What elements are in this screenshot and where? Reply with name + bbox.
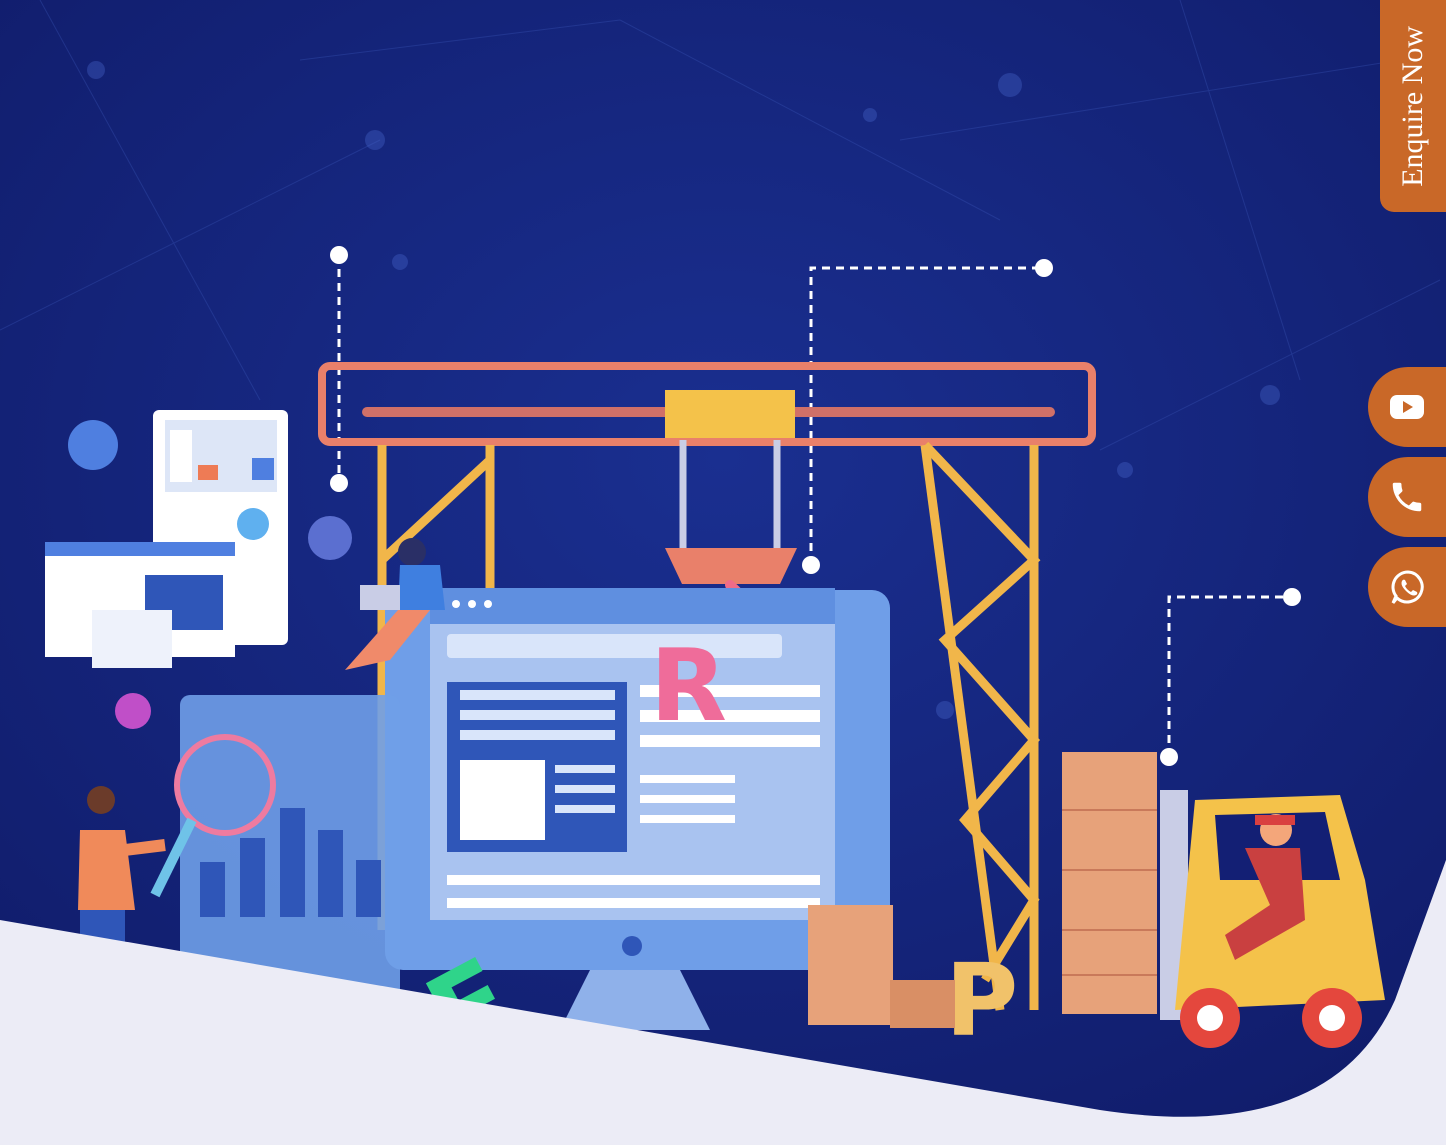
whatsapp-button[interactable] [1368,547,1446,627]
phone-button[interactable] [1368,457,1446,537]
youtube-icon [1388,392,1426,422]
letter-p: P [945,942,1018,1059]
whatsapp-icon [1388,567,1428,607]
letter-r: R [650,627,727,744]
crane-hook-block [665,548,797,584]
crane-trolley [665,390,795,438]
youtube-button[interactable] [1368,367,1446,447]
enquire-now-button[interactable]: Enquire Now [1380,0,1446,212]
enquire-now-label: Enquire Now [1396,25,1429,187]
phone-icon [1388,478,1426,516]
hero-illustration: R E P [0,0,1446,1145]
